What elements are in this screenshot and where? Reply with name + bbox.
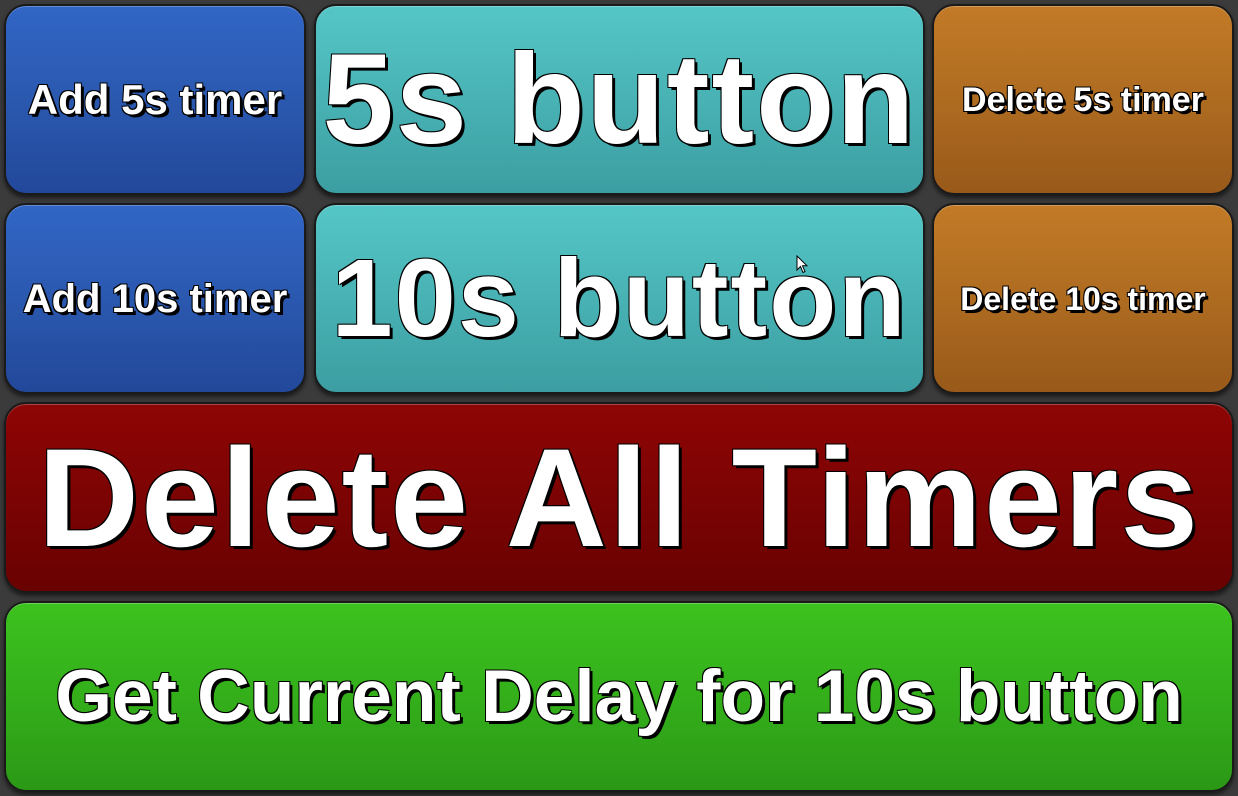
10s-button[interactable]: 10s button <box>314 203 925 394</box>
delete-10s-timer-button[interactable]: Delete 10s timer <box>932 203 1234 394</box>
delete-5s-timer-label: Delete 5s timer <box>962 80 1204 119</box>
delete-5s-timer-button[interactable]: Delete 5s timer <box>932 4 1234 195</box>
get-current-delay-button[interactable]: Get Current Delay for 10s button <box>4 601 1234 792</box>
add-5s-timer-button[interactable]: Add 5s timer <box>4 4 306 195</box>
5s-button-label: 5s button <box>322 27 917 171</box>
get-current-delay-label: Get Current Delay for 10s button <box>55 656 1183 737</box>
delete-10s-timer-label: Delete 10s timer <box>960 280 1206 317</box>
add-10s-timer-button[interactable]: Add 10s timer <box>4 203 306 394</box>
delete-all-timers-button[interactable]: Delete All Timers <box>4 402 1234 593</box>
5s-button[interactable]: 5s button <box>314 4 925 195</box>
add-10s-timer-label: Add 10s timer <box>22 276 288 321</box>
delete-all-timers-label: Delete All Timers <box>37 418 1201 576</box>
10s-button-label: 10s button <box>331 236 908 360</box>
add-5s-timer-label: Add 5s timer <box>27 75 283 123</box>
